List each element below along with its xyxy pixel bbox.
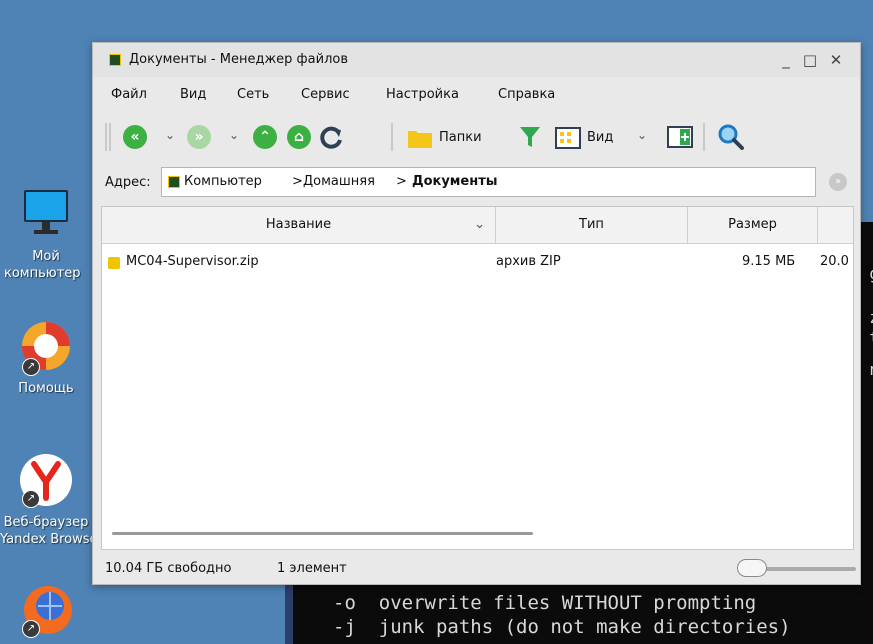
free-space: 10.04 ГБ свободно	[105, 561, 232, 576]
forward-icon[interactable]: »	[187, 125, 211, 149]
app-icon	[109, 54, 121, 66]
list-header: Название ⌄ Тип Размер	[102, 207, 853, 244]
desktop-icon-firefox[interactable]: ↗	[0, 580, 92, 644]
desktop-icon-my-computer[interactable]: Мой компьютер	[0, 184, 92, 282]
zoom-slider-knob[interactable]	[737, 559, 767, 577]
shortcut-arrow-icon: ↗	[22, 620, 40, 638]
sort-chevron-icon: ⌄	[474, 217, 485, 232]
terminal-edge-char: z	[869, 308, 873, 327]
shortcut-arrow-icon: ↗	[22, 358, 40, 376]
toolbar-separator	[391, 123, 393, 151]
toolbar-grip	[109, 123, 111, 151]
back-icon[interactable]: «	[123, 125, 147, 149]
desktop-icon-label: Веб-браузер	[3, 515, 89, 530]
toolbar-separator	[703, 123, 705, 151]
menu-service[interactable]: Сервис	[301, 87, 350, 102]
file-modified: 20.0	[820, 254, 849, 269]
forward-history-chevron-icon[interactable]: ⌄	[229, 128, 239, 142]
up-icon[interactable]: ⌃	[253, 125, 277, 149]
view-chevron-icon[interactable]: ⌄	[637, 128, 647, 142]
address-bar: Адрес: Компьютер > Домашняя > Документы …	[101, 165, 860, 199]
file-row[interactable]: MC04-Supervisor.zip архив ZIP 9.15 МБ 20…	[102, 251, 853, 275]
menu-help[interactable]: Справка	[498, 87, 555, 102]
close-button[interactable]: ✕	[825, 49, 847, 71]
column-size-header[interactable]: Размер	[688, 207, 818, 243]
desktop-icon-help[interactable]: ↗ Помощь	[0, 316, 92, 397]
address-path[interactable]: Компьютер > Домашняя > Документы	[161, 167, 816, 197]
new-tab-icon[interactable]	[667, 125, 693, 149]
file-name: MC04-Supervisor.zip	[126, 254, 259, 269]
file-size: 9.15 МБ	[742, 254, 796, 269]
terminal-line: -j junk paths (do not make directories)	[333, 616, 791, 638]
refresh-icon[interactable]	[319, 125, 345, 151]
terminal-edge-char: t	[869, 328, 873, 347]
column-type-label: Тип	[579, 217, 604, 232]
breadcrumb-documents[interactable]: Документы	[412, 174, 498, 189]
column-size-label: Размер	[728, 217, 777, 232]
terminal-edge-char: n	[869, 360, 873, 379]
desktop-icon-label: Yandex Browser	[0, 532, 92, 547]
window-title: Документы - Менеджер файлов	[129, 52, 349, 67]
column-type-header[interactable]: Тип	[496, 207, 688, 243]
menu-settings[interactable]: Настройка	[386, 87, 459, 102]
menu-network[interactable]: Сеть	[237, 87, 269, 102]
desktop-icon-label: Помощь	[18, 381, 74, 396]
file-manager-window: Документы - Менеджер файлов _ □ ✕ Файл В…	[92, 42, 861, 585]
title-bar[interactable]: Документы - Менеджер файлов _ □ ✕	[93, 43, 860, 77]
filter-icon[interactable]	[519, 125, 541, 149]
monitor-icon	[24, 190, 68, 234]
menu-file[interactable]: Файл	[111, 87, 147, 102]
toolbar: « ⌄ » ⌄ ⌃ ⌂ Папки Вид ⌄	[105, 117, 860, 157]
terminal-edge-char: g	[869, 264, 873, 283]
zip-file-icon	[108, 257, 120, 269]
status-bar: 10.04 ГБ свободно 1 элемент	[93, 552, 860, 584]
menu-view[interactable]: Вид	[180, 87, 206, 102]
breadcrumb-separator: >	[292, 174, 303, 189]
back-history-chevron-icon[interactable]: ⌄	[165, 128, 175, 142]
home-icon[interactable]: ⌂	[287, 125, 311, 149]
item-count: 1 элемент	[277, 561, 347, 576]
toolbar-grip	[105, 123, 107, 151]
breadcrumb-separator: >	[396, 174, 407, 189]
column-name-label: Название	[265, 217, 332, 232]
computer-icon	[168, 176, 180, 188]
desktop-icon-yandex-browser[interactable]: ↗ Веб-браузер Yandex Browser	[0, 450, 92, 548]
go-icon[interactable]: »	[829, 173, 847, 191]
view-grid-icon	[555, 127, 581, 149]
desktop-icon-label: компьютер	[4, 266, 81, 281]
shortcut-arrow-icon: ↗	[22, 490, 40, 508]
horizontal-scrollbar[interactable]	[112, 532, 533, 535]
desktop-icon-label: Мой	[32, 249, 60, 264]
file-type: архив ZIP	[496, 254, 561, 269]
file-list: Название ⌄ Тип Размер MC04-Supervisor.zi…	[101, 206, 854, 550]
column-name-header[interactable]: Название ⌄	[102, 207, 496, 243]
terminal-line: -o overwrite files WITHOUT prompting	[333, 592, 757, 614]
breadcrumb-home[interactable]: Домашняя	[303, 174, 375, 189]
search-icon[interactable]	[717, 123, 745, 151]
menu-bar: Файл Вид Сеть Сервис Настройка Справка	[93, 83, 860, 107]
view-label: Вид	[587, 130, 614, 145]
folder-icon	[408, 131, 432, 148]
maximize-button[interactable]: □	[799, 49, 821, 71]
minimize-button[interactable]: _	[775, 49, 797, 71]
folders-label: Папки	[439, 130, 482, 145]
address-label: Адрес:	[105, 175, 151, 190]
breadcrumb-computer[interactable]: Компьютер	[184, 174, 262, 189]
